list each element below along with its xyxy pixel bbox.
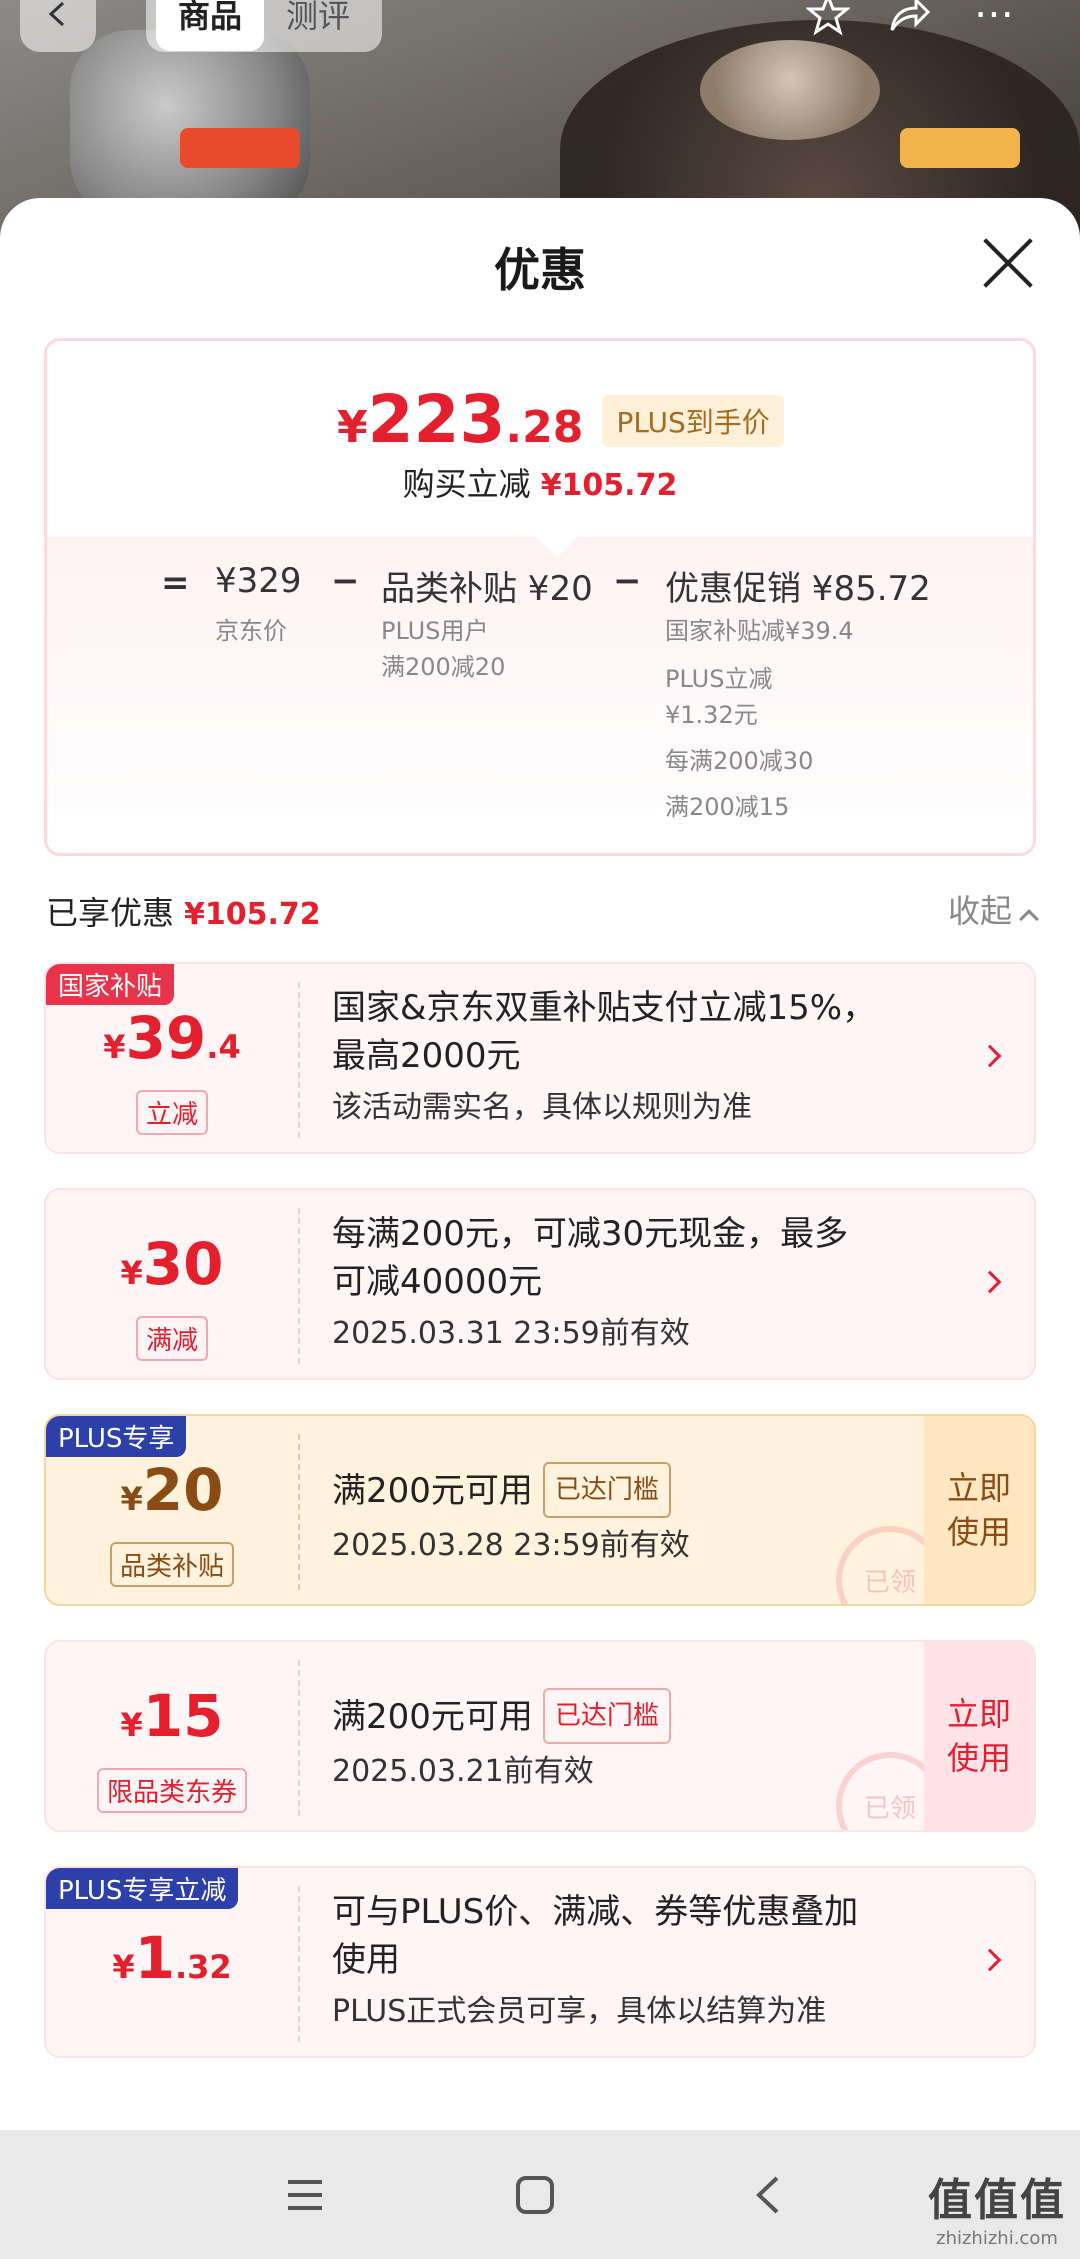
share-icon: [890, 0, 930, 31]
final-price: ¥223.28 PLUS到手价: [337, 381, 784, 458]
enjoyed-value: ¥105.72: [184, 897, 321, 932]
card-note: PLUS正式会员可享，具体以结算为准: [332, 1994, 827, 2029]
watermark-url: zhizhizhi.com: [936, 2228, 1058, 2249]
top-tabs: 商品 测评: [146, 0, 383, 52]
card-title: 可与PLUS价、满减、券等优惠叠加: [332, 1892, 859, 1932]
tab-review[interactable]: 测评: [264, 0, 372, 51]
card-tag: PLUS专享: [46, 1416, 187, 1457]
card-amount: ¥15: [120, 1682, 224, 1750]
price-int: 223: [367, 381, 506, 458]
category-subsidy-user: PLUS用户: [381, 617, 489, 645]
card-tag: 国家补贴: [46, 964, 175, 1005]
threshold-badge: 已达门槛: [542, 1462, 671, 1518]
favorite-button[interactable]: [790, 0, 866, 52]
purchase-reduction: 购买立减 ¥105.72: [47, 459, 1033, 505]
chevron-up-icon: [1019, 909, 1039, 929]
home-icon[interactable]: [510, 2170, 560, 2220]
jd-price: ¥329: [215, 561, 302, 601]
promo-line: 满200减15: [665, 793, 790, 821]
use-now-button[interactable]: 立即 使用: [924, 1416, 1034, 1604]
share-button[interactable]: [870, 0, 946, 52]
minus-sign-2: −: [613, 561, 642, 601]
promo-line: ¥1.32元: [665, 701, 758, 729]
product-lid-knob: [700, 40, 880, 140]
chevron-right-icon: [978, 1948, 1002, 1972]
card-type-label: 限品类东券: [96, 1768, 248, 1813]
category-subsidy: 品类补贴 ¥20: [381, 569, 593, 609]
top-bar: 商品 测评 ⋯: [0, 0, 1080, 52]
plus-price-tag: PLUS到手价: [602, 395, 784, 447]
enjoyed-discount: 已享优惠 ¥105.72: [46, 888, 321, 934]
card-title-cont: 可减40000元: [332, 1262, 543, 1302]
card-amount: ¥1.32: [112, 1924, 232, 1992]
card-note: 该活动需实名，具体以规则为准: [332, 1090, 752, 1125]
price-dec: .28: [505, 402, 584, 453]
threshold-badge: 已达门槛: [542, 1688, 671, 1744]
card-type-label: 满减: [135, 1316, 209, 1361]
card-title: 满200元可用 已达门槛: [332, 1688, 952, 1744]
card-title: 每满200元，可减30元现金，最多: [332, 1214, 849, 1254]
card-amount: ¥30: [120, 1230, 224, 1298]
minus-sign-1: −: [331, 561, 360, 601]
more-icon: ⋯: [974, 0, 1014, 37]
price-yen: ¥: [337, 402, 368, 453]
tab-goods[interactable]: 商品: [156, 0, 265, 51]
card-amount: ¥39.4: [103, 1004, 241, 1072]
watermark-title: 值值值: [928, 2175, 1066, 2226]
menu-icon[interactable]: [280, 2170, 330, 2220]
promo-line: 国家补贴减¥39.4: [665, 617, 854, 645]
card-tag: PLUS专享立减: [46, 1868, 239, 1909]
promo-badge-red: [180, 128, 300, 168]
card-validity: 2025.03.31 23:59前有效: [332, 1316, 690, 1351]
more-button[interactable]: ⋯: [956, 0, 1032, 52]
chevron-right-icon: [978, 1044, 1002, 1068]
promo-total: 优惠促销 ¥85.72: [665, 569, 931, 609]
card-type-label: 品类补贴: [109, 1542, 235, 1587]
jd-price-label: 京东价: [215, 617, 287, 645]
product-image-left: [70, 30, 310, 220]
card-title-cont: 使用: [332, 1940, 400, 1980]
sheet-title: 优惠: [494, 243, 586, 297]
promo-badge-gold: [900, 128, 1020, 168]
discount-card-plus-reduction[interactable]: PLUS专享立减 ¥1.32 可与PLUS价、满减、券等优惠叠加 使用 PLUS…: [44, 1866, 1036, 2058]
enjoyed-label: 已享优惠: [46, 894, 175, 932]
category-subsidy-rule: 满200减20: [381, 653, 506, 681]
discount-sheet: 优惠 ¥223.28 PLUS到手价 购买立减 ¥105.72 = ¥329 京东…: [0, 198, 1080, 2130]
card-title-cont: 最高2000元: [332, 1036, 521, 1076]
promo-line: 每满200减30: [665, 747, 814, 775]
chevron-right-icon: [978, 1270, 1002, 1294]
promo-line: PLUS立减: [665, 665, 773, 693]
collapse-label: 收起: [947, 892, 1012, 930]
discount-card-full-reduction[interactable]: ¥30 满减 每满200元，可减30元现金，最多 可减40000元 2025.0…: [44, 1188, 1036, 1380]
coupon-card-jd-voucher: ¥15 限品类东券 满200元可用 已达门槛 2025.03.21前有效 已领 立…: [44, 1640, 1036, 1832]
reduction-label: 购买立减: [402, 465, 531, 503]
equals-sign: =: [161, 563, 190, 603]
price-breakdown: = ¥329 京东价 − 品类补贴 ¥20 PLUS用户 满200减20 − 优…: [47, 512, 1033, 853]
use-now-button[interactable]: 立即 使用: [924, 1642, 1034, 1830]
system-nav-bar: 值值值 zhizhizhi.com: [0, 2130, 1080, 2259]
discount-card-national-subsidy[interactable]: 国家补贴 ¥39.4 立减 国家&京东双重补贴支付立减15%， 最高2000元 …: [44, 962, 1036, 1154]
watermark: 值值值 zhizhizhi.com: [928, 2164, 1066, 2249]
close-icon[interactable]: [982, 238, 1032, 288]
back-icon[interactable]: [745, 2170, 795, 2220]
coupon-card-category-subsidy: PLUS专享 ¥20 品类补贴 满200元可用 已达门槛 2025.03.28 2…: [44, 1414, 1036, 1606]
reduction-value: ¥105.72: [540, 468, 678, 503]
price-summary: ¥223.28 PLUS到手价 购买立减 ¥105.72 = ¥329 京东价 −…: [44, 338, 1036, 856]
star-icon: [806, 0, 850, 36]
card-title: 国家&京东双重补贴支付立减15%，: [332, 988, 877, 1028]
chevron-left-icon: [48, 1, 65, 27]
card-amount: ¥20: [120, 1456, 224, 1524]
card-title: 满200元可用 已达门槛: [332, 1462, 952, 1518]
back-button[interactable]: [20, 0, 96, 52]
card-type-label: 立减: [135, 1090, 209, 1135]
collapse-button[interactable]: 收起: [947, 886, 1039, 932]
